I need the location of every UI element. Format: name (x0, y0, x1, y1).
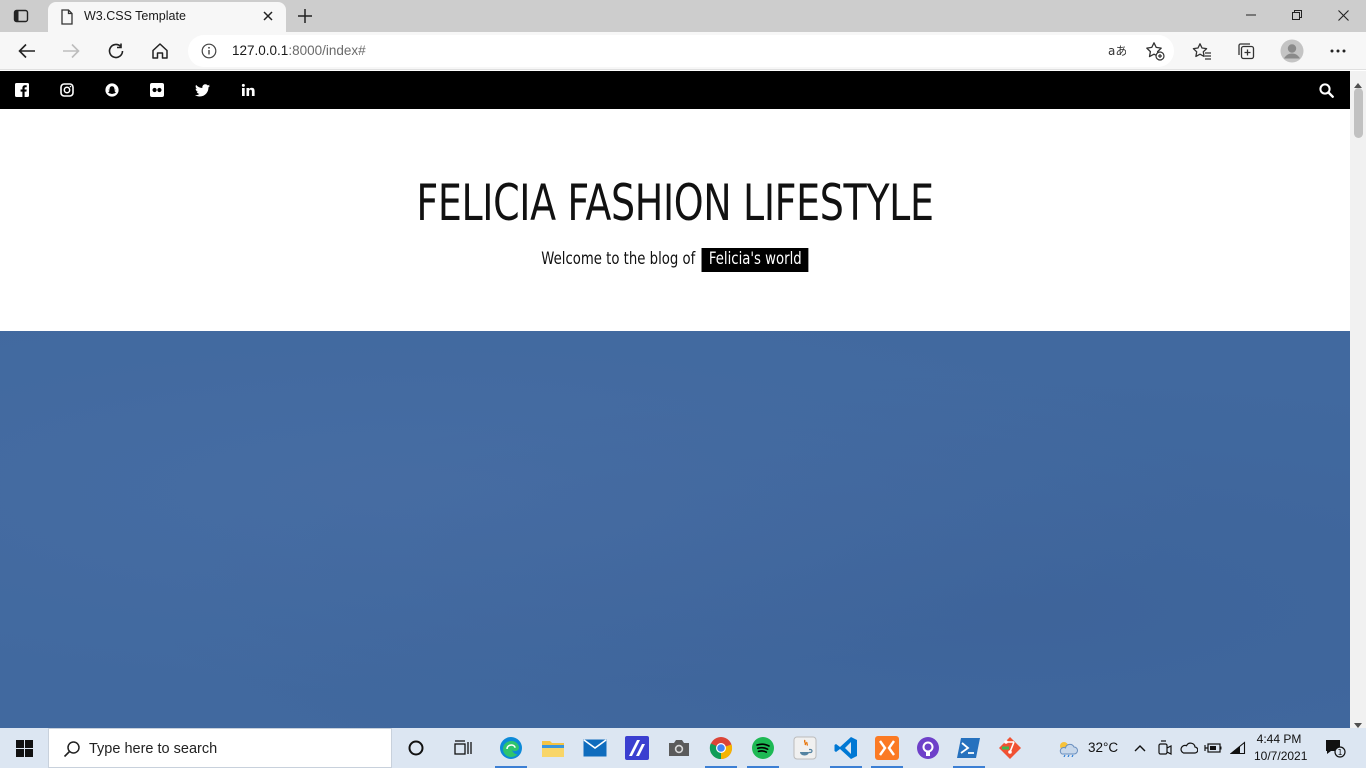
url-path: :8000/index# (288, 43, 366, 58)
page-title: FELICIA FASHION LIFESTYLE (416, 174, 934, 232)
meet-now-icon[interactable] (1156, 728, 1174, 768)
url-host: 127.0.0.1 (232, 43, 289, 58)
chrome-app-icon[interactable] (701, 728, 741, 768)
url-text[interactable]: 127.0.0.1:8000/index# (232, 43, 366, 58)
task-view-icon[interactable] (443, 728, 483, 768)
battery-icon[interactable] (1203, 728, 1223, 768)
blog-header: FELICIA FASHION LIFESTYLE Welcome to the… (0, 109, 1350, 331)
linkedin-icon[interactable] (240, 82, 256, 98)
spotify-app-icon[interactable] (743, 728, 783, 768)
more-menu-icon[interactable] (1323, 36, 1353, 66)
refresh-button[interactable] (101, 36, 131, 66)
snapchat-icon[interactable] (104, 82, 120, 98)
instagram-icon[interactable] (59, 82, 75, 98)
address-bar[interactable]: 127.0.0.1:8000/index# aあ (188, 35, 1174, 67)
taskbar-clock[interactable]: 4:44 PM 10/7/2021 (1254, 731, 1308, 765)
close-window-button[interactable] (1320, 0, 1366, 30)
home-button[interactable] (145, 36, 175, 66)
notification-count: 1 (1337, 748, 1342, 757)
add-favorite-icon[interactable] (1144, 40, 1166, 62)
action-center-icon[interactable]: 1 (1320, 728, 1350, 768)
cortana-icon[interactable] (396, 728, 436, 768)
windows-start-button[interactable] (0, 728, 48, 768)
edge-app-icon[interactable] (491, 728, 531, 768)
page-viewport: FELICIA FASHION LIFESTYLE Welcome to the… (0, 71, 1350, 728)
scrollbar-thumb[interactable] (1354, 88, 1363, 138)
xampp-app-icon[interactable] (867, 728, 907, 768)
weather-icon[interactable] (1054, 728, 1080, 768)
favorites-icon[interactable] (1187, 36, 1217, 66)
social-top-bar (0, 71, 1350, 109)
browser-toolbar: 127.0.0.1:8000/index# aあ (0, 32, 1366, 70)
forward-button[interactable] (56, 36, 86, 66)
new-tab-button[interactable] (294, 5, 316, 27)
tagline-highlight: Felicia's world (701, 248, 809, 272)
browser-tab-strip: W3.CSS Template (0, 0, 1366, 32)
page-favicon-icon (60, 9, 74, 30)
windows-taskbar: Type here to search 32°C 4:44 PM 10/7/20… (0, 728, 1366, 768)
clock-time: 4:44 PM (1256, 732, 1302, 746)
browser-tab[interactable]: W3.CSS Template (48, 2, 286, 32)
tab-title: W3.CSS Template (84, 9, 186, 23)
vscode-app-icon[interactable] (826, 728, 866, 768)
weather-temperature[interactable]: 32°C (1088, 740, 1118, 755)
tagline: Welcome to the blog of Felicia's world (149, 248, 1202, 272)
back-button[interactable] (12, 36, 42, 66)
file-explorer-icon[interactable] (533, 728, 573, 768)
svg-text:aあ: aあ (1108, 44, 1126, 58)
clock-date: 10/7/2021 (1254, 749, 1308, 763)
java-app-icon[interactable] (785, 728, 825, 768)
vortex-app-icon[interactable] (617, 728, 657, 768)
mail-app-icon[interactable] (575, 728, 615, 768)
git-app-icon[interactable] (990, 728, 1030, 768)
show-hidden-icons-chevron-icon[interactable] (1131, 728, 1149, 768)
site-info-icon[interactable] (201, 43, 217, 64)
collections-icon[interactable] (1231, 36, 1261, 66)
twitter-icon[interactable] (194, 82, 210, 98)
onedrive-icon[interactable] (1178, 728, 1200, 768)
taskbar-search-input[interactable]: Type here to search (48, 728, 392, 768)
facebook-icon[interactable] (14, 82, 30, 98)
read-aloud-icon[interactable]: aあ (1106, 40, 1128, 62)
page-scrollbar[interactable] (1350, 71, 1366, 728)
close-tab-icon[interactable] (260, 8, 276, 24)
camera-app-icon[interactable] (659, 728, 699, 768)
flickr-icon[interactable] (149, 82, 165, 98)
minimize-button[interactable] (1228, 0, 1274, 30)
tagline-text: Welcome to the blog of (541, 249, 696, 269)
taskbar-search-icon (63, 740, 81, 763)
powershell-app-icon[interactable] (949, 728, 989, 768)
wifi-icon[interactable] (1228, 728, 1248, 768)
github-desktop-icon[interactable] (908, 728, 948, 768)
profile-avatar[interactable] (1277, 36, 1307, 66)
restore-button[interactable] (1274, 0, 1320, 30)
tab-actions-button[interactable] (12, 7, 30, 25)
hero-image (0, 331, 1350, 728)
search-icon[interactable] (1318, 82, 1334, 98)
taskbar-search-placeholder: Type here to search (89, 741, 218, 757)
